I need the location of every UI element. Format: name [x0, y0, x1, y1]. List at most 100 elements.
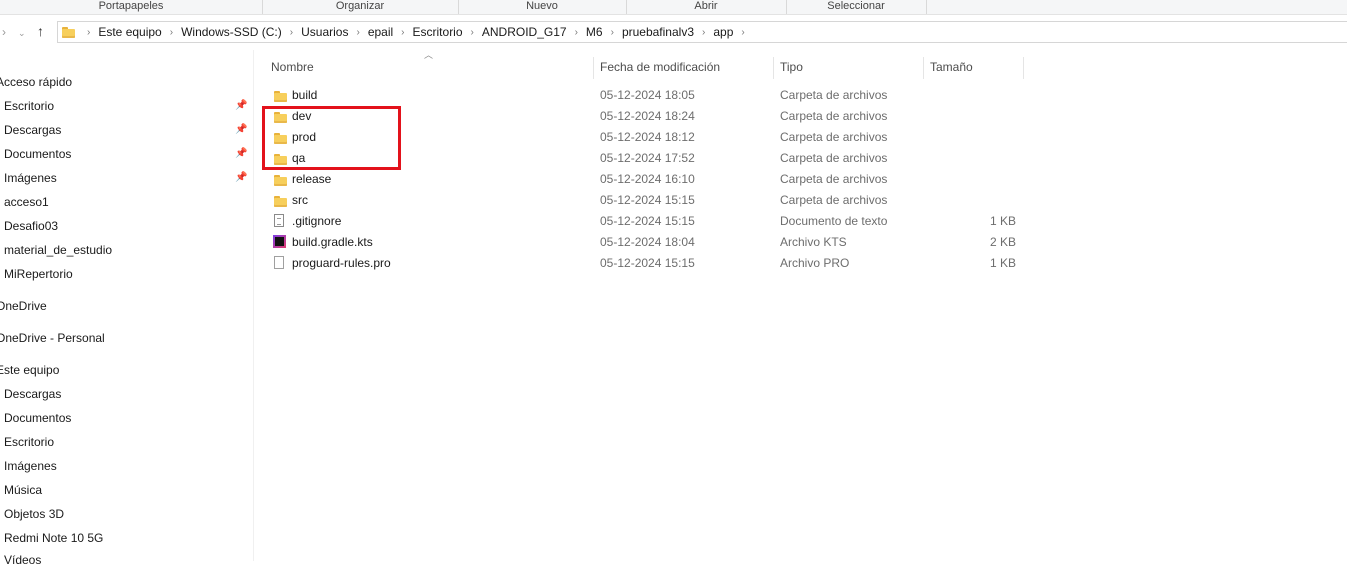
- file-row[interactable]: dev 05-12-2024 18:24 Carpeta de archivos: [264, 106, 1024, 127]
- nav-onedrive-personal[interactable]: OneDrive - Personal: [0, 331, 105, 345]
- ribbon-group-open: Abrir: [626, 0, 787, 14]
- up-arrow-icon: ↑: [37, 23, 44, 39]
- breadcrumb-item-android[interactable]: ANDROID_G17: [480, 25, 569, 39]
- file-date: 05-12-2024 16:10: [600, 172, 695, 186]
- file-row[interactable]: src 05-12-2024 15:15 Carpeta de archivos: [264, 190, 1024, 211]
- chevron-right-icon: ›: [2, 25, 6, 39]
- chevron-right-icon[interactable]: ›: [350, 27, 365, 38]
- file-name: build: [292, 88, 318, 102]
- breadcrumb-item-usuarios[interactable]: Usuarios: [299, 25, 350, 39]
- up-button[interactable]: ↑: [37, 23, 44, 39]
- nav-item-escritorio[interactable]: Escritorio: [4, 99, 54, 113]
- file-icon: [274, 256, 284, 269]
- chevron-right-icon[interactable]: ›: [735, 27, 750, 38]
- breadcrumb-item-pruebafinalv3[interactable]: pruebafinalv3: [620, 25, 696, 39]
- file-row[interactable]: prod 05-12-2024 18:12 Carpeta de archivo…: [264, 127, 1024, 148]
- chevron-right-icon[interactable]: ›: [395, 27, 410, 38]
- chevron-right-icon[interactable]: ›: [696, 27, 711, 38]
- breadcrumb-item-drive[interactable]: Windows-SSD (C:): [179, 25, 284, 39]
- column-header-name[interactable]: Nombre: [265, 57, 594, 79]
- file-date: 05-12-2024 15:15: [600, 193, 695, 207]
- ribbon-group-organize: Organizar: [262, 0, 459, 14]
- nav-este-equipo[interactable]: Este equipo: [0, 363, 59, 377]
- breadcrumb-item-m6[interactable]: M6: [584, 25, 605, 39]
- pane-splitter[interactable]: [253, 50, 254, 561]
- nav-item-documentos[interactable]: Documentos: [4, 147, 71, 161]
- chevron-right-icon: ›: [87, 26, 91, 38]
- ribbon-group-new: Nuevo: [458, 0, 627, 14]
- file-type: Carpeta de archivos: [780, 88, 888, 102]
- file-type: Archivo KTS: [780, 235, 847, 249]
- breadcrumb-item-este-equipo[interactable]: Este equipo: [96, 25, 163, 39]
- file-name: prod: [292, 130, 317, 144]
- file-name: dev: [292, 109, 312, 123]
- file-name: release: [292, 172, 332, 186]
- chevron-down-icon: ⌄: [18, 28, 26, 38]
- file-name: qa: [292, 151, 306, 165]
- file-type: Carpeta de archivos: [780, 130, 888, 144]
- nav-onedrive[interactable]: OneDrive: [0, 299, 47, 313]
- file-date: 05-12-2024 15:15: [600, 214, 695, 228]
- kts-file-icon: [273, 235, 286, 248]
- breadcrumb-item-escritorio[interactable]: Escritorio: [411, 25, 465, 39]
- chevron-right-icon[interactable]: ›: [164, 27, 179, 38]
- breadcrumb-item-app[interactable]: app: [711, 25, 735, 39]
- nav-item-descargas[interactable]: Descargas: [4, 123, 61, 137]
- nav-pc-videos[interactable]: Vídeos: [4, 553, 41, 567]
- chevron-right-icon[interactable]: ›: [284, 27, 299, 38]
- file-size: 1 KB: [989, 214, 1016, 228]
- column-header-type[interactable]: Tipo: [774, 57, 924, 79]
- file-date: 05-12-2024 18:04: [600, 235, 695, 249]
- nav-pc-redmi-note[interactable]: Redmi Note 10 5G: [4, 531, 103, 545]
- nav-pc-objetos-3d[interactable]: Objetos 3D: [4, 507, 64, 521]
- column-header-size[interactable]: Tamaño: [924, 57, 1024, 79]
- file-name: .gitignore: [292, 214, 342, 228]
- chevron-right-icon[interactable]: ›: [465, 27, 480, 38]
- ribbon-group-labels: Portapapeles Organizar Nuevo Abrir Selec…: [0, 0, 1347, 15]
- navigation-pane: Acceso rápido Escritorio 📌 Descargas 📌 D…: [0, 50, 253, 567]
- pin-icon: 📌: [235, 172, 248, 183]
- nav-pc-documentos[interactable]: Documentos: [4, 411, 71, 425]
- address-folder-icon: [58, 25, 81, 39]
- forward-button[interactable]: ›: [2, 25, 6, 39]
- column-header-date[interactable]: Fecha de modificación: [594, 57, 774, 79]
- file-type: Carpeta de archivos: [780, 151, 888, 165]
- ribbon-group-clipboard: Portapapeles: [0, 0, 263, 14]
- file-row[interactable]: release 05-12-2024 16:10 Carpeta de arch…: [264, 169, 1024, 190]
- breadcrumb-item-epail[interactable]: epail: [366, 25, 395, 39]
- nav-item-mirepertorio[interactable]: MiRepertorio: [4, 267, 73, 281]
- folder-icon: [274, 110, 287, 124]
- file-type: Archivo PRO: [780, 256, 850, 270]
- file-type: Documento de texto: [780, 214, 888, 228]
- file-row[interactable]: build.gradle.kts 05-12-2024 18:04 Archiv…: [264, 232, 1024, 253]
- file-row[interactable]: qa 05-12-2024 17:52 Carpeta de archivos: [264, 148, 1024, 169]
- folder-icon: [274, 173, 287, 187]
- nav-pc-musica[interactable]: Música: [4, 483, 42, 497]
- file-date: 05-12-2024 18:12: [600, 130, 695, 144]
- nav-item-material-de-estudio[interactable]: material_de_estudio: [4, 243, 112, 257]
- pin-icon: 📌: [235, 124, 248, 135]
- nav-item-acceso1[interactable]: acceso1: [4, 195, 49, 209]
- folder-icon: [274, 89, 287, 103]
- chevron-right-icon[interactable]: ›: [569, 27, 584, 38]
- address-bar[interactable]: › Este equipo › Windows-SSD (C:) › Usuar…: [57, 21, 1347, 43]
- file-date: 05-12-2024 18:24: [600, 109, 695, 123]
- file-row[interactable]: proguard-rules.pro 05-12-2024 15:15 Arch…: [264, 253, 1024, 274]
- file-row[interactable]: build 05-12-2024 18:05 Carpeta de archiv…: [264, 85, 1024, 106]
- nav-pc-descargas[interactable]: Descargas: [4, 387, 61, 401]
- file-size: 2 KB: [989, 235, 1016, 249]
- nav-item-desafio03[interactable]: Desafio03: [4, 219, 58, 233]
- recent-locations-button[interactable]: ⌄: [18, 25, 26, 39]
- breadcrumb: › Este equipo › Windows-SSD (C:) › Usuar…: [58, 22, 751, 42]
- nav-pc-escritorio[interactable]: Escritorio: [4, 435, 54, 449]
- nav-pc-imagenes[interactable]: Imágenes: [4, 459, 57, 473]
- ribbon-group-select: Seleccionar: [786, 0, 927, 14]
- file-row[interactable]: .gitignore 05-12-2024 15:15 Documento de…: [264, 211, 1024, 232]
- text-file-icon: [274, 214, 284, 227]
- file-type: Carpeta de archivos: [780, 109, 888, 123]
- nav-quick-access[interactable]: Acceso rápido: [0, 75, 72, 89]
- file-type: Carpeta de archivos: [780, 172, 888, 186]
- nav-item-imagenes[interactable]: Imágenes: [4, 171, 57, 185]
- file-date: 05-12-2024 15:15: [600, 256, 695, 270]
- chevron-right-icon[interactable]: ›: [605, 27, 620, 38]
